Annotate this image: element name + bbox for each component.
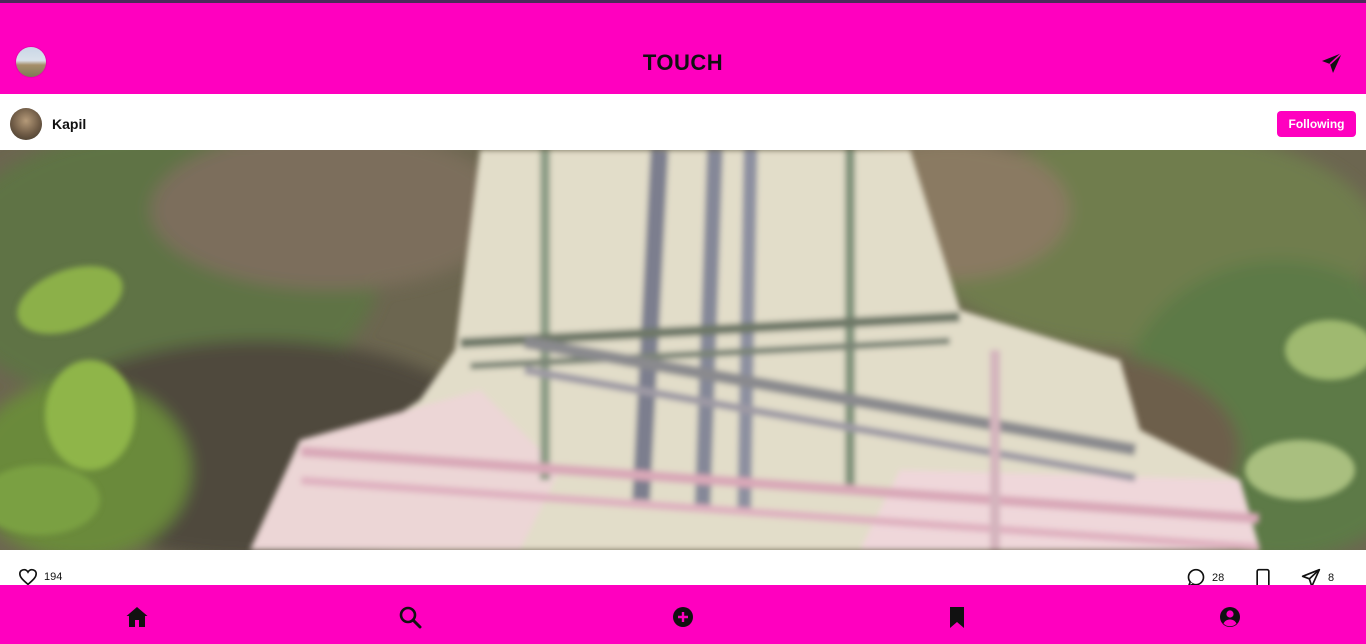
bookmark-icon[interactable]	[945, 605, 969, 629]
post-header: Kapil Following	[0, 94, 1366, 150]
bottom-nav	[0, 585, 1366, 644]
add-circle-icon[interactable]	[671, 605, 695, 629]
following-button[interactable]: Following	[1277, 111, 1356, 137]
search-icon[interactable]	[398, 605, 422, 629]
author-avatar[interactable]	[10, 108, 42, 140]
post-image[interactable]	[0, 150, 1366, 550]
account-icon[interactable]	[1218, 605, 1242, 629]
like-count: 194	[44, 571, 63, 583]
comment-action[interactable]: 28	[1186, 568, 1224, 585]
post-actions: 194 28 8	[0, 550, 1366, 585]
app-header: TOUCH	[0, 3, 1366, 94]
share-count: 8	[1328, 572, 1335, 584]
comment-icon[interactable]	[1186, 568, 1206, 585]
bookmark-outline-icon[interactable]	[1254, 568, 1272, 585]
share-action[interactable]: 8	[1300, 568, 1334, 585]
share-send-icon[interactable]	[1300, 568, 1322, 585]
comment-count: 28	[1212, 572, 1225, 584]
send-icon[interactable]	[1320, 51, 1344, 75]
author-name[interactable]: Kapil	[52, 116, 86, 132]
home-icon[interactable]	[125, 605, 149, 629]
heart-icon[interactable]	[18, 568, 38, 585]
app-title: TOUCH	[642, 50, 724, 75]
save-action[interactable]	[1254, 568, 1272, 585]
like-action[interactable]: 194	[18, 568, 62, 585]
